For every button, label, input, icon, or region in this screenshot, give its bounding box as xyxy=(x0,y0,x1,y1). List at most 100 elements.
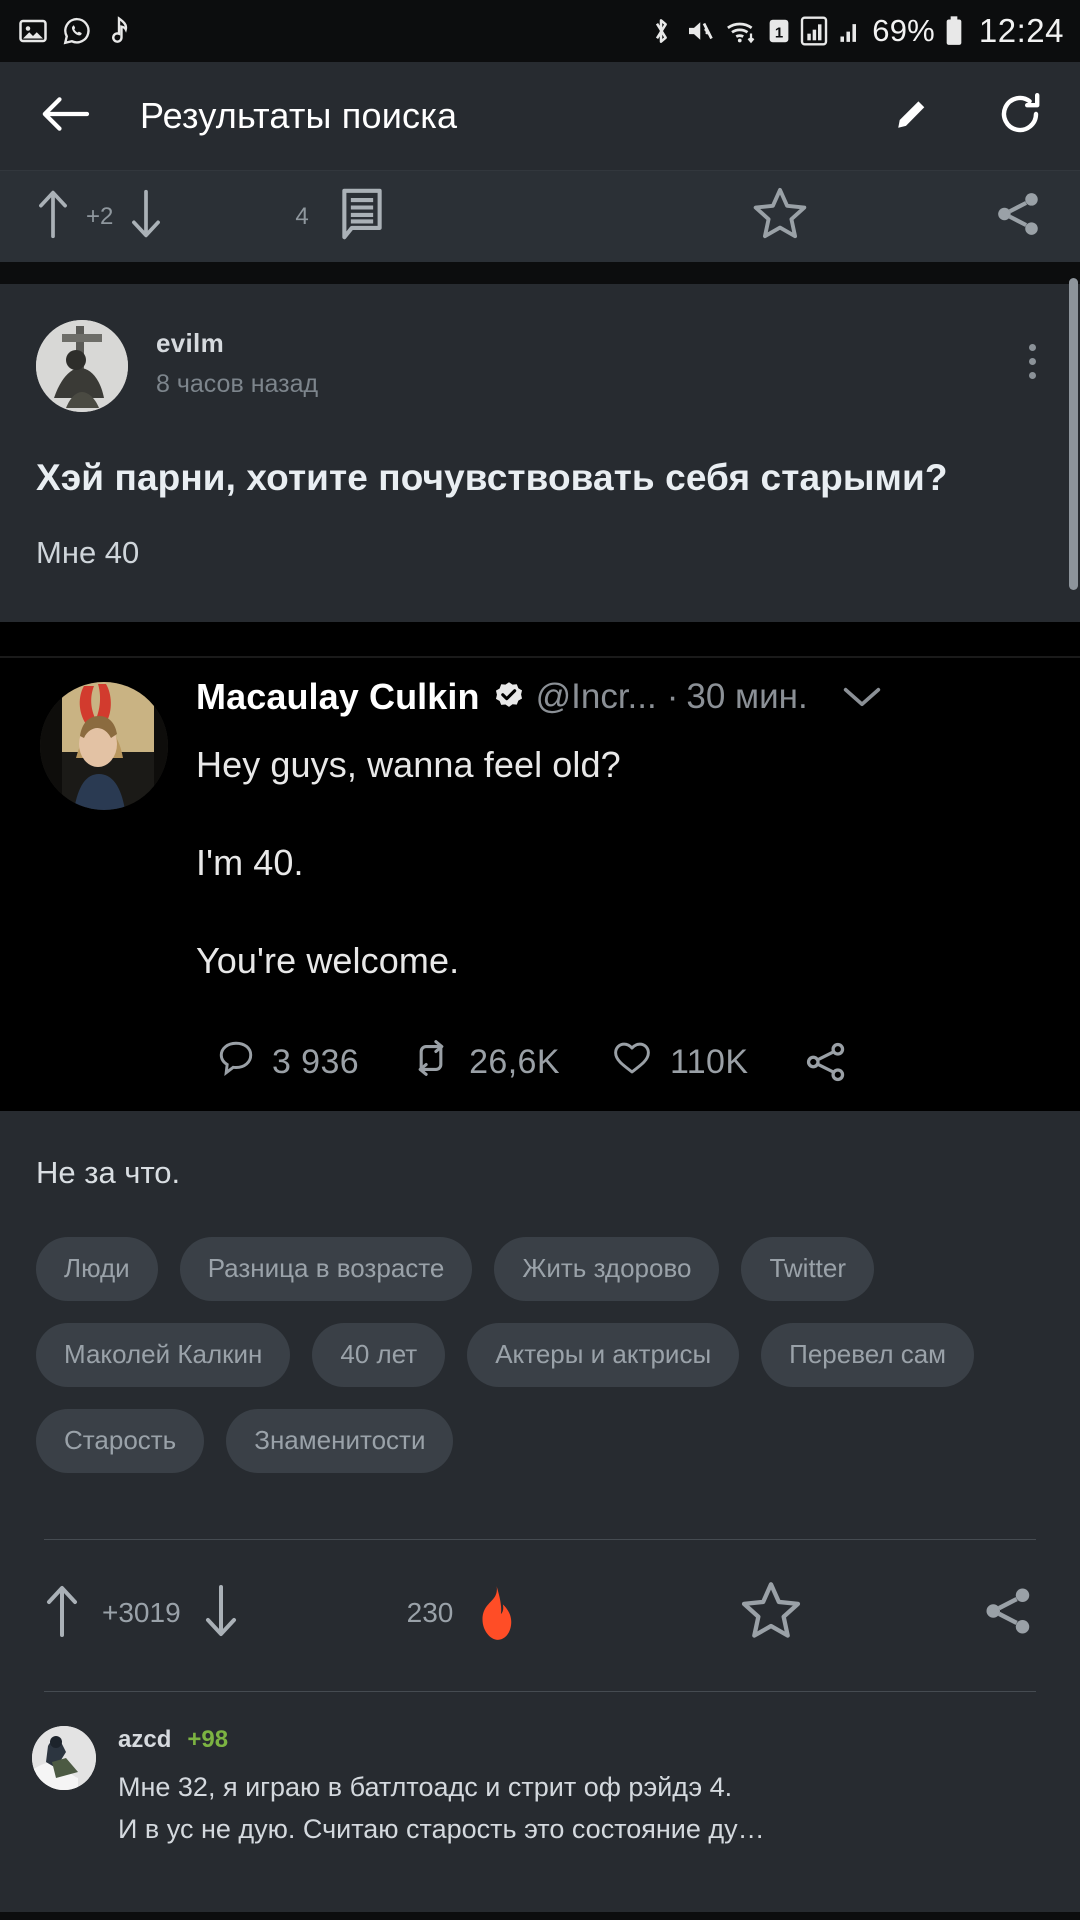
post-rating: +3019 xyxy=(102,1597,181,1629)
post-subtitle: Мне 40 xyxy=(36,535,140,571)
comment-author-name[interactable]: azcd xyxy=(118,1726,171,1754)
comment-text-line-1: Мне 32, я играю в батлтоадс и стрит оф р… xyxy=(118,1771,733,1802)
tweet-header: Macaulay Culkin @Incr... · 30 мин. xyxy=(196,676,1052,718)
svg-text:1: 1 xyxy=(775,24,783,41)
section-divider xyxy=(0,262,1080,284)
tweet-reply-stat: 3 936 xyxy=(218,1040,359,1085)
tag-chip[interactable]: Маколей Калкин xyxy=(36,1322,291,1387)
comment-avatar[interactable] xyxy=(32,1725,96,1790)
tweet-retweet-count: 26,6K xyxy=(469,1042,560,1081)
tweet-line-2: I'm 40. xyxy=(196,841,304,883)
wifi-icon xyxy=(724,16,758,46)
comments-group[interactable]: 4 xyxy=(279,188,384,245)
clock-label: 12:24 xyxy=(978,12,1064,49)
kebab-dot xyxy=(1029,358,1036,365)
comment-header: azcd +98 xyxy=(118,1726,765,1754)
battery-icon xyxy=(944,15,964,47)
post-author-name[interactable]: evilm xyxy=(156,328,318,359)
tag-chip[interactable]: 40 лет xyxy=(312,1322,446,1387)
favorite-star-icon[interactable] xyxy=(740,1580,802,1647)
vote-group: +2 xyxy=(36,188,163,245)
status-bar-right-icons: 1 69% 12:24 xyxy=(648,12,1064,50)
flame-icon[interactable] xyxy=(471,1583,517,1643)
previous-post-toolbar: +2 4 xyxy=(0,170,1080,262)
verified-badge-icon xyxy=(492,680,526,714)
share-icon[interactable] xyxy=(982,1584,1036,1643)
tweet-stats: 3 936 26,6K 110K xyxy=(196,1040,1052,1085)
tweet-like-stat: 110K xyxy=(612,1040,748,1085)
status-bar: 1 69% 12:24 xyxy=(0,0,1080,62)
image-icon xyxy=(18,16,48,46)
post-card: evilm 8 часов назад Хэй парни, хотите по… xyxy=(0,284,1080,1849)
reply-bubble-icon xyxy=(218,1040,254,1085)
upvote-arrow-icon[interactable] xyxy=(36,188,70,245)
post-spacer xyxy=(0,574,1080,622)
tweet-line-3: You're welcome. xyxy=(196,939,460,981)
post-meta: evilm 8 часов назад xyxy=(156,320,318,399)
tweet-body: Macaulay Culkin @Incr... · 30 мин. Hey g… xyxy=(0,658,1080,1085)
phone-screen: 1 69% 12:24 Результаты поиска +2 4 evilm… xyxy=(0,0,1080,1920)
share-icon[interactable] xyxy=(994,189,1044,244)
post-overflow-menu-icon[interactable] xyxy=(1029,320,1044,379)
tweet-reply-count: 3 936 xyxy=(272,1042,360,1081)
embedded-tweet-image[interactable]: Macaulay Culkin @Incr... · 30 мин. Hey g… xyxy=(0,621,1080,1111)
tweet-separator: · xyxy=(666,676,679,716)
back-arrow-icon[interactable] xyxy=(38,92,92,141)
app-bar: Результаты поиска xyxy=(0,62,1080,170)
sim1-icon: 1 xyxy=(767,16,791,46)
tweet-share-icon xyxy=(804,1042,848,1082)
tweet-handle: @Incr... xyxy=(535,676,657,716)
upvote-count: +2 xyxy=(86,202,114,230)
comments-count: 4 xyxy=(295,202,309,230)
whatsapp-icon xyxy=(62,16,92,46)
comment-bubble-icon[interactable] xyxy=(339,188,385,245)
tweet-line-1: Hey guys, wanna feel old? xyxy=(196,743,621,785)
music-note-icon xyxy=(106,16,132,46)
post-after-image-text: Не за что. xyxy=(36,1154,181,1190)
tweet-display-name: Macaulay Culkin xyxy=(196,675,480,717)
bottom-edge xyxy=(0,1912,1080,1920)
tag-chip[interactable]: Перевел сам xyxy=(761,1322,975,1387)
tag-chip[interactable]: Актеры и актрисы xyxy=(467,1322,740,1387)
status-bar-left-icons xyxy=(18,16,132,46)
tag-chip[interactable]: Twitter xyxy=(741,1236,875,1301)
edit-pencil-icon[interactable] xyxy=(890,92,934,141)
signal-bars-icon xyxy=(800,15,828,47)
tag-chip[interactable]: Знаменитости xyxy=(226,1408,454,1473)
heart-icon xyxy=(612,1040,652,1085)
upvote-arrow-icon[interactable] xyxy=(44,1582,80,1645)
chevron-down-icon xyxy=(842,684,882,710)
retweet-icon xyxy=(411,1040,451,1085)
avatar[interactable] xyxy=(36,320,128,412)
comment-text-line-2: И в ус не дую. Считаю старость это состо… xyxy=(118,1814,765,1845)
comment-body: azcd +98 Мне 32, я играю в батлтоадс и с… xyxy=(118,1726,765,1849)
downvote-arrow-icon[interactable] xyxy=(203,1582,239,1645)
kebab-dot xyxy=(1029,344,1036,351)
tag-chip[interactable]: Люди xyxy=(36,1236,158,1301)
volume-mute-icon xyxy=(683,16,715,46)
comment-preview[interactable]: azcd +98 Мне 32, я играю в батлтоадс и с… xyxy=(0,1692,1080,1849)
refresh-icon[interactable] xyxy=(996,90,1044,143)
signal-bars-2-icon xyxy=(837,16,863,46)
tag-list: Люди Разница в возрасте Жить здорово Twi… xyxy=(0,1191,1080,1473)
page-title: Результаты поиска xyxy=(140,95,458,136)
post-timestamp: 8 часов назад xyxy=(156,370,319,398)
tag-chip[interactable]: Разница в возрасте xyxy=(179,1236,473,1301)
tweet-retweet-stat: 26,6K xyxy=(411,1040,560,1085)
tweet-avatar xyxy=(40,681,168,810)
app-bar-actions xyxy=(890,90,1044,143)
comment-score: +98 xyxy=(187,1725,229,1753)
post-comments-group[interactable]: 230 xyxy=(407,1583,518,1643)
tag-chip[interactable]: Жить здорово xyxy=(494,1236,720,1301)
kebab-dot xyxy=(1029,372,1036,379)
post-title[interactable]: Хэй парни, хотите почувствовать себя ста… xyxy=(0,412,1080,502)
tag-chip[interactable]: Старость xyxy=(36,1408,205,1473)
scrollbar-thumb[interactable] xyxy=(1069,278,1078,590)
post-comments-count: 230 xyxy=(406,1597,454,1629)
downvote-arrow-icon[interactable] xyxy=(129,188,163,245)
tweet-clipped-top xyxy=(0,621,1080,658)
favorite-star-icon[interactable] xyxy=(752,186,808,247)
tweet-timestamp: 30 мин. xyxy=(686,676,808,716)
tweet-like-count: 110K xyxy=(669,1042,749,1081)
post-header: evilm 8 часов назад xyxy=(0,284,1080,412)
